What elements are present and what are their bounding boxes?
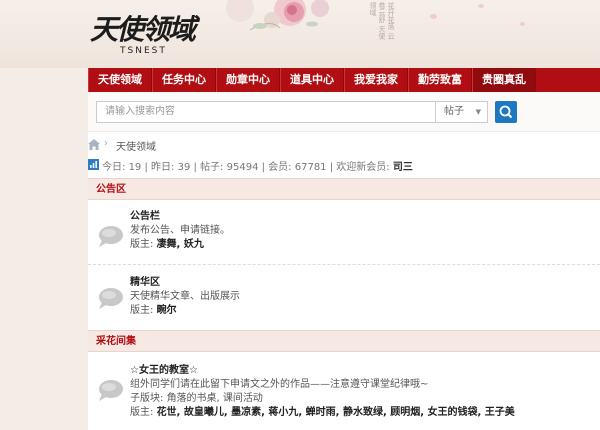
forum-row: 公告栏 发布公告、申请链接。 版主: 凄舞, 妖九 (88, 210, 600, 262)
breadcrumb-current[interactable]: 天使领域 (116, 138, 156, 153)
forum-description: 天使精华文章、出版展示 (130, 291, 240, 302)
forum-moderators: 版主: 凄舞, 妖九 (130, 238, 230, 252)
main-content: 请输入搜索内容 帖子 ▼ › 天使领域 今日: 19 | 昨日: 39 | 帖子… (88, 92, 600, 430)
forum-moderators: 版主: 花世, 故皇曦儿, 墨凉素, 蒋小九, 蝉时雨, 静水致绿, 顾明烟, … (130, 406, 515, 420)
peony-decoration (226, 0, 329, 31)
bar-chart-icon (88, 159, 99, 170)
nav-item-family[interactable]: 我爱我家 (344, 68, 408, 92)
stat-posts-label: 帖子: (200, 162, 224, 173)
home-icon[interactable] (88, 139, 100, 150)
stat-posts-value: 95494 (226, 162, 259, 173)
moderators-label: 版主: (130, 305, 154, 316)
newest-member-link[interactable]: 司三 (393, 162, 413, 173)
breadcrumb-separator: › (104, 138, 108, 149)
forum-row: ☆女王的教室☆ 组外同学们请在此留下申请文之外的作品——注意遵守课堂纪律哦~ 子… (88, 364, 600, 430)
nav-item-circle[interactable]: 贵圈真乱 (472, 68, 536, 92)
nav-item-tasks[interactable]: 任务中心 (152, 68, 216, 92)
search-icon (499, 105, 513, 119)
moderator-links[interactable]: 花世, 故皇曦儿, 墨凉素, 蒋小九, 蝉时雨, 静水致绿, 顾明烟, 女王的钱… (157, 407, 515, 418)
site-header: 天使领域 TSNEST 花开花落 云卷云舒 天使领域 (0, 0, 600, 68)
stat-today-value: 19 (128, 162, 142, 173)
search-bar: 请输入搜索内容 帖子 ▼ (88, 92, 600, 132)
nav-item-medals[interactable]: 勋章中心 (216, 68, 280, 92)
moderators-label: 版主: (130, 239, 154, 250)
site-logo[interactable]: 天使领域 TSNEST (90, 8, 200, 60)
search-type-select[interactable]: 帖子 ▼ (436, 101, 488, 123)
search-button[interactable] (495, 101, 517, 123)
petal-decoration (478, 4, 484, 8)
forum-row: 精华区 天使精华文章、出版展示 版主: 畹尔 (88, 276, 600, 324)
forum-divider (88, 264, 600, 265)
petal-decoration (520, 22, 525, 26)
search-type-value: 帖子 (444, 106, 464, 117)
nav-item-wealth[interactable]: 勤劳致富 (408, 68, 472, 92)
stat-members-label: 会员: (268, 162, 292, 173)
moderator-links[interactable]: 畹尔 (157, 305, 177, 316)
forum-title[interactable]: 精华区 (130, 276, 240, 290)
nav-item-home[interactable]: 天使领域 (88, 68, 152, 92)
forum-subforums: 子版块: 角落的书桌, 课间活动 (130, 392, 515, 406)
section-header-announcements[interactable]: 公告区 (88, 178, 600, 200)
logo-title: 天使领域 (90, 13, 196, 46)
stat-yesterday-value: 39 (177, 162, 191, 173)
stat-welcome-label: 欢迎新会员: (336, 162, 390, 173)
forum-title[interactable]: 公告栏 (130, 210, 230, 224)
forum-moderators: 版主: 畹尔 (130, 304, 240, 318)
calligraphy-decoration: 花开花落 云卷云舒 天使领域 (369, 2, 395, 40)
forum-bubble-icon (99, 226, 123, 247)
forum-bubble-icon (99, 380, 123, 401)
petal-decoration (430, 14, 437, 19)
section-header-flowers[interactable]: 采花间集 (88, 330, 600, 352)
chevron-down-icon: ▼ (475, 108, 481, 116)
forum-bubble-icon (99, 288, 123, 309)
search-input[interactable]: 请输入搜索内容 (96, 101, 436, 123)
subforums-label: 子版块: (130, 393, 164, 404)
forum-title[interactable]: ☆女王的教室☆ (130, 364, 515, 378)
forum-description: 发布公告、申请链接。 (130, 225, 230, 236)
stat-yesterday-label: 昨日: (151, 162, 175, 173)
subforum-links[interactable]: 角落的书桌, 课间活动 (167, 393, 263, 404)
moderators-label: 版主: (130, 407, 154, 418)
logo-subtitle: TSNEST (120, 46, 167, 56)
forum-description: 组外同学们请在此留下申请文之外的作品——注意遵守课堂纪律哦~ (130, 379, 429, 390)
moderator-links[interactable]: 凄舞, 妖九 (157, 239, 204, 250)
nav-item-items[interactable]: 道具中心 (280, 68, 344, 92)
stat-members-value: 67781 (294, 162, 327, 173)
stat-today-label: 今日: (102, 162, 126, 173)
main-nav: 天使领域 任务中心 勋章中心 道具中心 我爱我家 勤劳致富 贵圈真乱 (88, 68, 600, 92)
